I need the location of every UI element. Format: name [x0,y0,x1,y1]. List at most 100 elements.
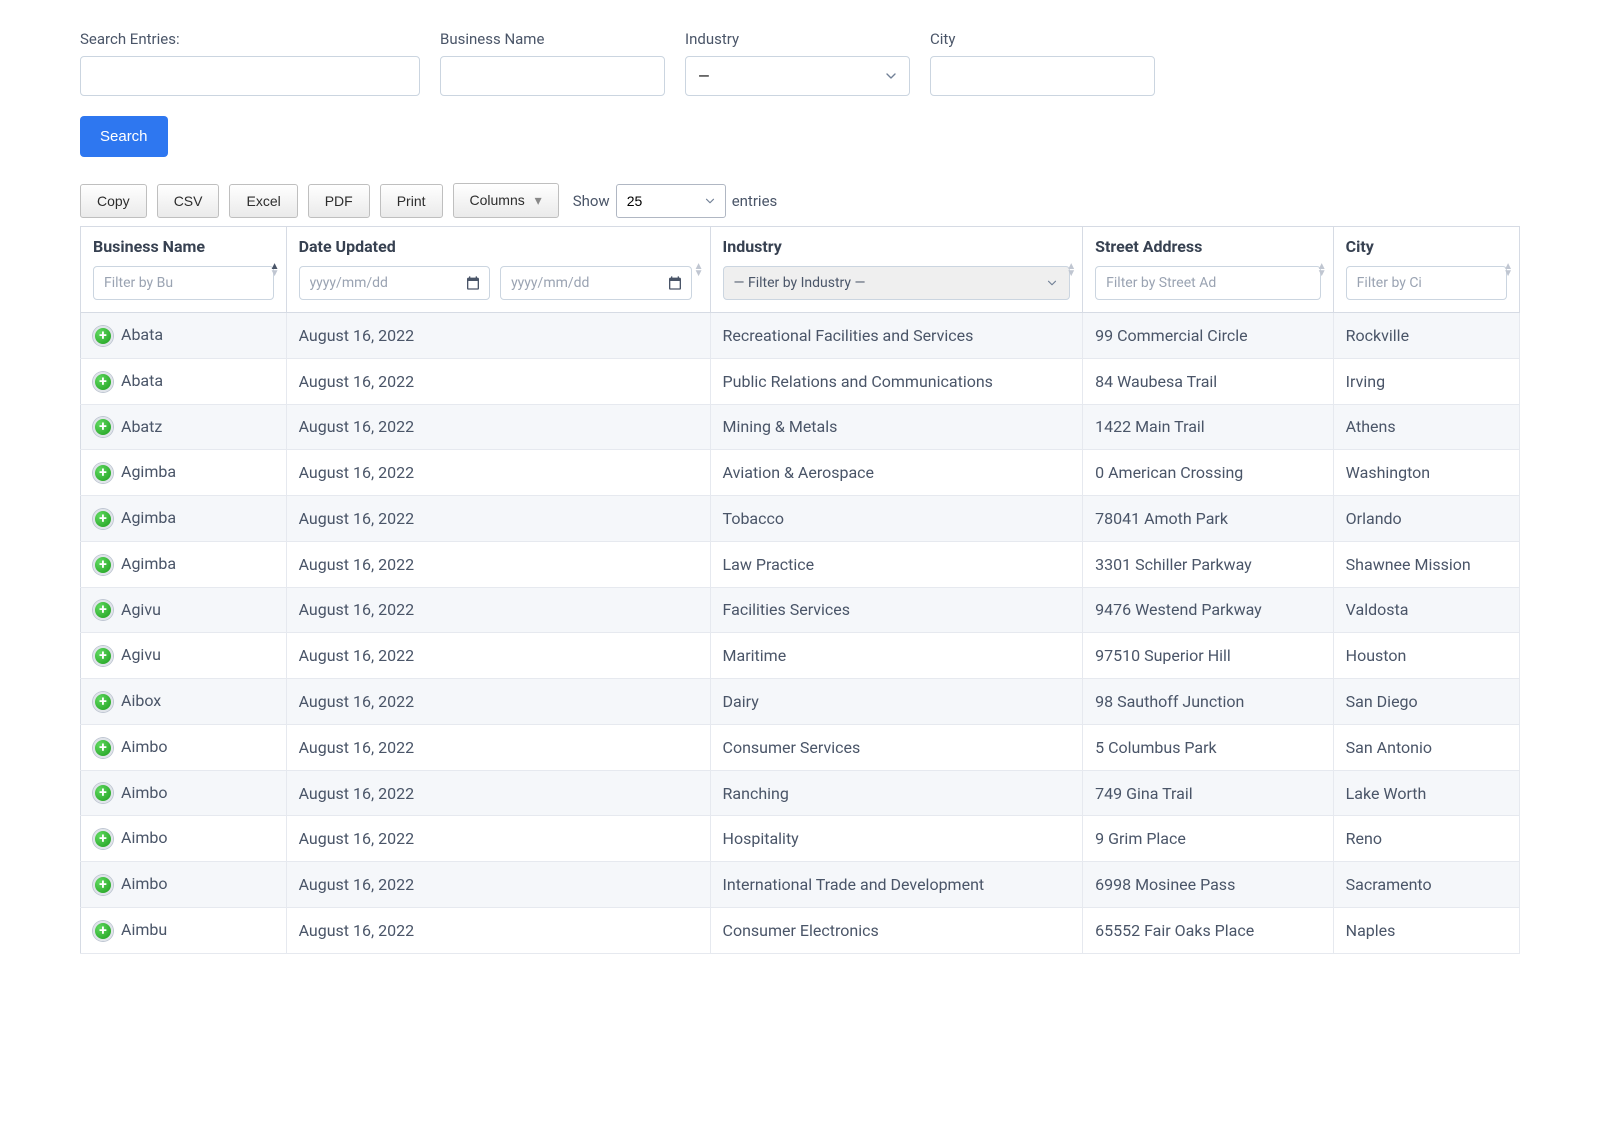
cell-business-name: Aimbo [121,783,167,802]
cell-date-updated: August 16, 2022 [286,770,710,816]
expand-row-icon[interactable]: + [93,372,113,392]
filter-city[interactable] [1346,266,1507,300]
search-entries-label: Search Entries: [80,30,420,48]
col-header-city[interactable]: City ▲▼ [1333,227,1519,313]
cell-street-address: 97510 Superior Hill [1083,633,1334,679]
pdf-button[interactable]: PDF [308,184,370,218]
cell-city: Irving [1333,358,1519,404]
excel-button[interactable]: Excel [229,184,297,218]
cell-date-updated: August 16, 2022 [286,587,710,633]
filter-industry[interactable]: — Filter by Industry — [723,266,1071,300]
search-entries-input[interactable] [80,56,420,96]
expand-row-icon[interactable]: + [93,509,113,529]
cell-date-updated: August 16, 2022 [286,907,710,953]
cell-industry: Consumer Electronics [710,907,1083,953]
filter-date-to[interactable] [500,266,692,300]
csv-button[interactable]: CSV [157,184,220,218]
columns-button[interactable]: Columns [453,183,559,218]
cell-business-name: Aimbu [121,920,167,939]
cell-date-updated: August 16, 2022 [286,724,710,770]
expand-row-icon[interactable]: + [93,555,113,575]
expand-row-icon[interactable]: + [93,600,113,620]
cell-business-name: Aimbo [121,874,167,893]
sort-icon: ▲▼ [270,263,280,277]
cell-business-name: Abata [121,371,163,390]
cell-business-name: Abata [121,325,163,344]
expand-row-icon[interactable]: + [93,417,113,437]
cell-city: San Antonio [1333,724,1519,770]
cell-industry: International Trade and Development [710,862,1083,908]
search-button[interactable]: Search [80,116,168,157]
table-row: + Aimbo August 16, 2022International Trade… [81,862,1520,908]
sort-icon: ▲▼ [694,263,704,277]
cell-industry: Public Relations and Communications [710,358,1083,404]
table-row: +AbatzAugust 16, 2022Mining & Metals1422… [81,404,1520,450]
sort-icon: ▲▼ [1503,263,1513,277]
cell-date-updated: August 16, 2022 [286,541,710,587]
table-row: + Agivu August 16, 2022Facilities Services… [81,587,1520,633]
col-header-business-name[interactable]: Business Name ▲▼ [81,227,287,313]
cell-date-updated: August 16, 2022 [286,404,710,450]
business-name-label: Business Name [440,30,665,48]
cell-city: Houston [1333,633,1519,679]
copy-button[interactable]: Copy [80,184,147,218]
cell-street-address: 98 Sauthoff Junction [1083,679,1334,725]
cell-business-name: Abatz [121,417,162,436]
cell-business-name: Agimba [121,462,176,481]
expand-row-icon[interactable]: + [93,783,113,803]
show-suffix: entries [732,192,778,210]
expand-row-icon[interactable]: + [93,829,113,849]
cell-industry: Maritime [710,633,1083,679]
expand-row-icon[interactable]: + [93,921,113,941]
filter-date-from[interactable] [299,266,491,300]
export-toolbar: Copy CSV Excel PDF Print Columns Show 25… [80,183,1520,218]
cell-business-name: Agimba [121,554,176,573]
table-row: + Agimba August 16, 2022Aviation & Aerospa… [81,450,1520,496]
col-header-street-address[interactable]: Street Address ▲▼ [1083,227,1334,313]
cell-street-address: 9476 Westend Parkway [1083,587,1334,633]
cell-date-updated: August 16, 2022 [286,496,710,542]
cell-city: Lake Worth [1333,770,1519,816]
cell-date-updated: August 16, 2022 [286,862,710,908]
table-row: +AimboAugust 16, 2022Ranching749 Gina Tr… [81,770,1520,816]
cell-street-address: 84 Waubesa Trail [1083,358,1334,404]
cell-street-address: 65552 Fair Oaks Place [1083,907,1334,953]
cell-street-address: 99 Commercial Circle [1083,313,1334,359]
table-row: +AiboxAugust 16, 2022Dairy98 Sauthoff Ju… [81,679,1520,725]
filter-street-address[interactable] [1095,266,1321,300]
city-input[interactable] [930,56,1155,96]
cell-city: Reno [1333,816,1519,862]
cell-business-name: Agivu [121,600,161,619]
cell-industry: Facilities Services [710,587,1083,633]
business-name-input[interactable] [440,56,665,96]
cell-street-address: 78041 Amoth Park [1083,496,1334,542]
cell-industry: Hospitality [710,816,1083,862]
cell-date-updated: August 16, 2022 [286,313,710,359]
cell-street-address: 0 American Crossing [1083,450,1334,496]
cell-industry: Dairy [710,679,1083,725]
table-row: +AimboAugust 16, 2022Consumer Services5 … [81,724,1520,770]
expand-row-icon[interactable]: + [93,463,113,483]
cell-industry: Aviation & Aerospace [710,450,1083,496]
print-button[interactable]: Print [380,184,443,218]
expand-row-icon[interactable]: + [93,326,113,346]
expand-row-icon[interactable]: + [93,692,113,712]
cell-business-name: Aimbo [121,828,167,847]
industry-label: Industry [685,30,910,48]
expand-row-icon[interactable]: + [93,738,113,758]
cell-business-name: Agivu [121,645,161,664]
col-header-industry[interactable]: Industry — Filter by Industry — ▲▼ [710,227,1083,313]
expand-row-icon[interactable]: + [93,646,113,666]
sort-icon: ▲▼ [1317,263,1327,277]
cell-city: Valdosta [1333,587,1519,633]
page-length-select[interactable]: 25 [616,184,726,218]
expand-row-icon[interactable]: + [93,875,113,895]
cell-street-address: 749 Gina Trail [1083,770,1334,816]
cell-street-address: 6998 Mosinee Pass [1083,862,1334,908]
city-label: City [930,30,1155,48]
industry-select[interactable]: — [685,56,910,96]
col-header-date-updated[interactable]: Date Updated ▲▼ [286,227,710,313]
cell-street-address: 3301 Schiller Parkway [1083,541,1334,587]
filter-business-name[interactable] [93,266,274,300]
cell-date-updated: August 16, 2022 [286,450,710,496]
